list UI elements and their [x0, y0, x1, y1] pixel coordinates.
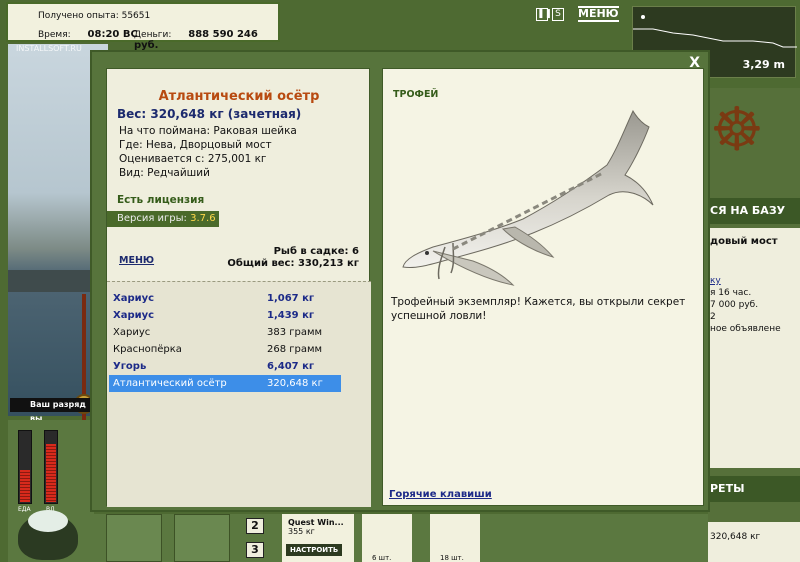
fish-icon[interactable] — [174, 514, 230, 562]
catch-row[interactable]: Угорь 6,407 кг — [109, 358, 341, 375]
location-line-2: я 16 час. — [710, 288, 752, 298]
pause-button[interactable]: ❚❚ — [536, 8, 552, 21]
rank-tooltip: Ваш разряд вы — [10, 398, 94, 423]
catch-list: Хариус 1,067 кг Хариус 1,439 кг Хариус 383 гр… — [107, 281, 371, 507]
food-bar-fill — [20, 470, 30, 502]
money-label: Деньги: — [134, 30, 172, 40]
location-name: довый мост — [710, 236, 778, 247]
bait-line: На что поймана: Раковая шейка — [119, 125, 297, 137]
player-info-panel: Получено опыта: 55651 Время: 08:20 ВС Де… — [6, 2, 280, 51]
money-row: Деньги: 888 590 246 руб. — [134, 29, 278, 51]
catch-row[interactable]: Краснопёрка 268 грамм — [109, 341, 341, 358]
version-badge: Версия игры: 3.7.6 — [107, 211, 219, 227]
catch-fish-name: Хариус — [113, 327, 151, 338]
catch-row[interactable]: Хариус 383 грамм — [109, 324, 341, 341]
trophy-card: ТРОФЕЙ Трофейный экземпляр! Кажется, вы … — [382, 68, 704, 506]
catch-fish-name: Угорь — [113, 361, 147, 372]
place-line: Где: Нева, Дворцовый мост — [119, 139, 272, 151]
time-value: 08:20 ВС — [87, 29, 138, 40]
value-line: Оценивается с: 275,001 кг — [119, 153, 267, 165]
sturgeon-image — [402, 109, 654, 286]
catch-fish-weight: 1,439 кг — [267, 310, 315, 321]
depth-value: 3,29 m — [742, 58, 785, 71]
main-menu-button[interactable]: МЕНЮ — [578, 6, 619, 22]
fish-weight: Вес: 320,648 кг (зачетная) — [117, 107, 302, 121]
cutlery-icon[interactable] — [106, 514, 162, 562]
watermark: INSTALLSOFT.RU — [16, 44, 82, 53]
catch-row[interactable]: Атлантический осётр 320,648 кг — [109, 375, 341, 392]
license-status: Есть лицензия — [117, 194, 205, 206]
alcohol-bar — [44, 430, 58, 504]
menu-link[interactable]: МЕНЮ — [119, 255, 154, 266]
pause-icon: ❚❚ — [537, 9, 553, 19]
sound-label: S — [555, 9, 561, 19]
catch-fish-weight: 268 грамм — [267, 344, 323, 355]
version-value: 3.7.6 — [190, 213, 216, 224]
catch-fish-weight: 383 грамм — [267, 327, 323, 338]
catch-fish-name: Хариус — [113, 293, 155, 304]
kind-line: Вид: Редчайший — [119, 167, 210, 179]
bait-count: 18 шт. — [440, 554, 464, 562]
fish-name: Атлантический осётр — [158, 89, 320, 104]
location-line-4: 2 — [710, 312, 716, 322]
cage-summary: 320,648 кг — [708, 522, 800, 562]
fish-info-card: Атлантический осётр Вес: 320,648 кг (зач… — [106, 68, 371, 507]
location-info: довый мост ку я 16 час. 7 000 руб. 2 ное… — [708, 228, 800, 468]
location-line-3: 7 000 руб. — [710, 300, 759, 310]
location-line-5: ное объявлене — [710, 324, 781, 334]
hook-slot[interactable]: 6 шт. — [362, 514, 412, 562]
slot-2-button[interactable]: 2 — [246, 518, 264, 534]
quest-title: Quest Win... — [288, 518, 344, 527]
version-label: Версия игры: — [117, 213, 187, 224]
catch-row[interactable]: Хариус 1,067 кг — [109, 290, 341, 307]
catch-fish-name: Хариус — [113, 310, 155, 321]
catch-fish-weight: 320,648 кг — [267, 378, 323, 389]
food-bar — [18, 430, 32, 504]
time-label: Время: — [38, 30, 71, 40]
experience-text: Получено опыта: 55651 — [38, 11, 151, 21]
toolbar-strip: 2 3 Quest Win... 355 кг НАСТРОИТЬ 6 шт. … — [90, 514, 708, 562]
food-bar-label: ЕДА — [18, 506, 31, 513]
cage-count: Рыб в садке: 6 — [273, 246, 359, 257]
quest-card: Quest Win... 355 кг НАСТРОИТЬ — [282, 514, 354, 562]
cage-summary-weight: 320,648 кг — [710, 532, 761, 542]
status-panel: ЕДА ВД — [8, 420, 94, 562]
to-base-button[interactable]: СЯ НА БАЗУ — [708, 198, 800, 224]
ships-wheel-icon: ☸ — [710, 95, 764, 165]
alcohol-bar-fill — [46, 444, 56, 502]
trophy-title: ТРОФЕЙ — [393, 89, 439, 100]
hook-count: 6 шт. — [372, 554, 392, 562]
side-panel: ☸ СЯ НА БАЗУ довый мост ку я 16 час. 7 0… — [708, 88, 800, 562]
catch-fish-weight: 6,407 кг — [267, 361, 315, 372]
bait-slot[interactable]: 18 шт. — [430, 514, 480, 562]
fish-details-dialog: X Атлантический осётр Вес: 320,648 кг (з… — [90, 50, 710, 512]
sound-button[interactable]: S — [552, 8, 564, 21]
time-row: Время: 08:20 ВС — [38, 29, 138, 40]
hotkeys-link[interactable]: Горячие клавиши — [389, 489, 492, 500]
catch-fish-weight: 1,067 кг — [267, 293, 315, 304]
catch-fish-name: Краснопёрка — [113, 344, 182, 355]
slot-3-button[interactable]: 3 — [246, 542, 264, 558]
food-pot-icon[interactable] — [18, 510, 78, 560]
secrets-button[interactable]: РЕТЫ — [708, 476, 800, 502]
trophy-description: Трофейный экземпляр! Кажется, вы открыли… — [391, 296, 686, 322]
cage-total-weight: Общий вес: 330,213 кг — [227, 258, 359, 269]
quest-weight: 355 кг — [288, 527, 315, 536]
configure-button[interactable]: НАСТРОИТЬ — [286, 544, 343, 556]
location-link[interactable]: ку — [710, 276, 721, 286]
catch-fish-name: Атлантический осётр — [113, 378, 227, 389]
catch-row[interactable]: Хариус 1,439 кг — [109, 307, 341, 324]
